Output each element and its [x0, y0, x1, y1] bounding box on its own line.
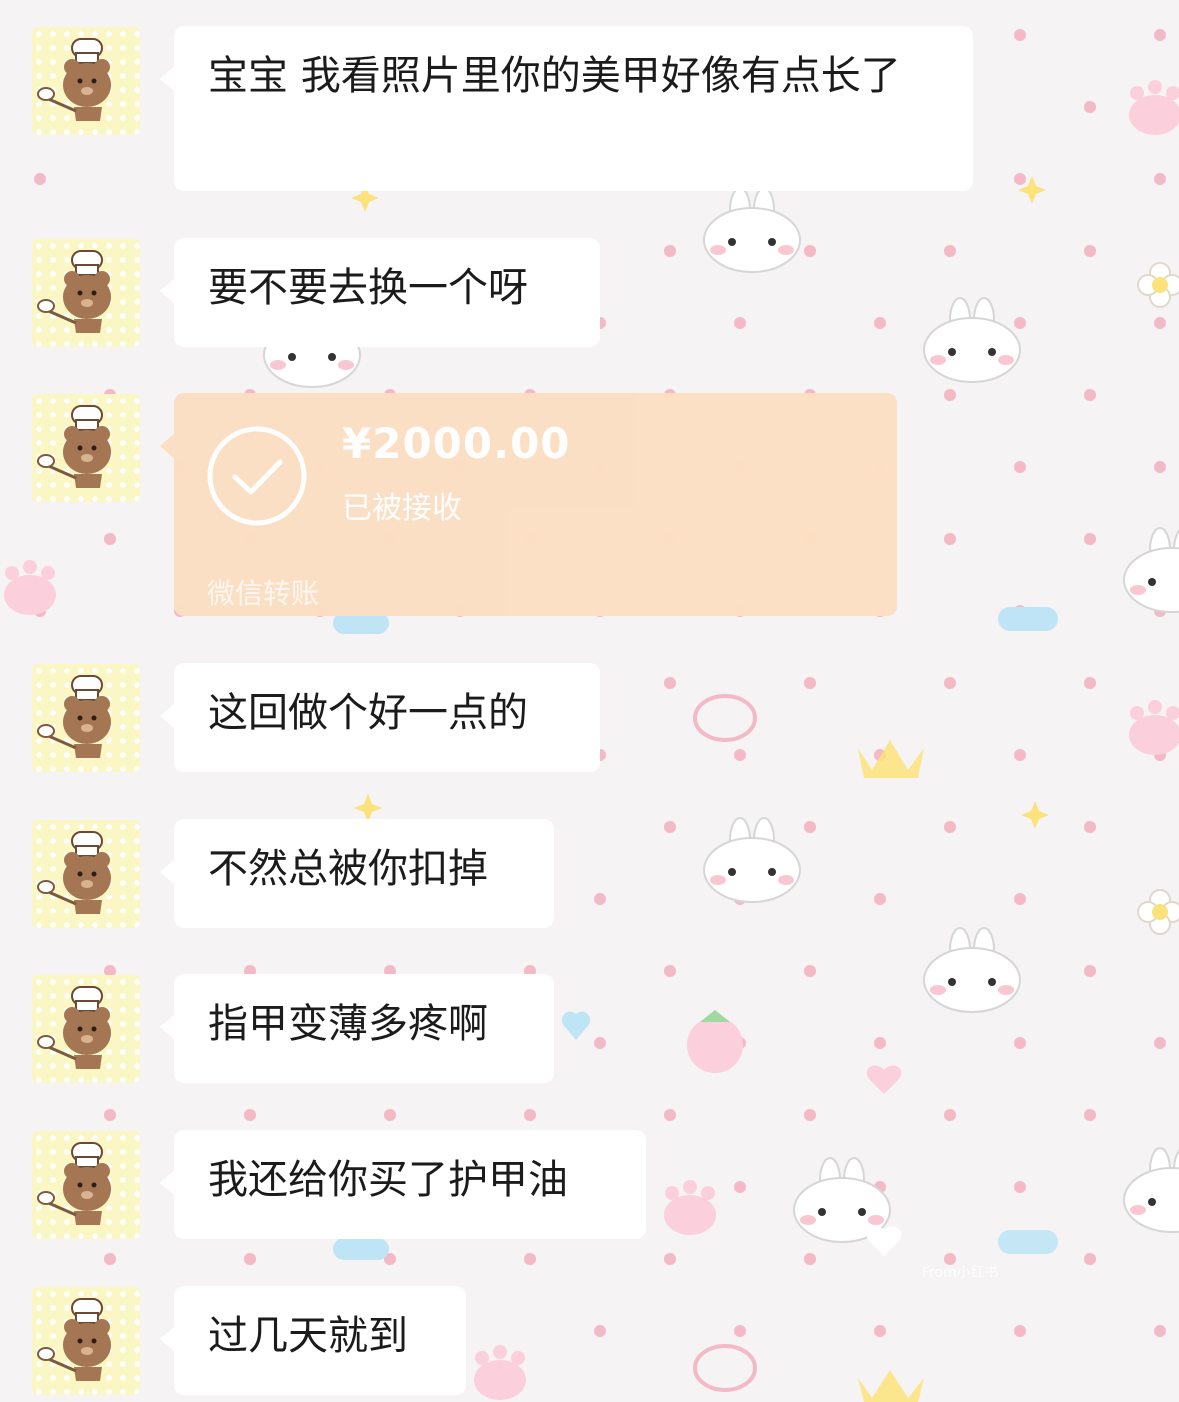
- chef-bear-avatar-icon: [37, 831, 111, 914]
- contact-avatar[interactable]: [32, 1131, 140, 1239]
- chef-bear-avatar-icon: [37, 250, 111, 333]
- transfer-card[interactable]: ¥2000.00 已被接收 微信转账: [160, 393, 897, 616]
- chef-bear-avatar-icon: [37, 38, 111, 121]
- message-bubble[interactable]: 这回做个好一点的: [160, 663, 600, 772]
- contact-avatar[interactable]: [32, 1287, 140, 1395]
- contact-avatar[interactable]: [32, 239, 140, 347]
- contact-avatar[interactable]: [32, 820, 140, 928]
- contact-avatar[interactable]: [32, 664, 140, 772]
- message-text: 宝宝 我看照片里你的美甲好像有点长了: [208, 53, 901, 99]
- chef-bear-avatar-icon: [37, 986, 111, 1069]
- transfer-service-label: 微信转账: [207, 577, 320, 610]
- chat-message-list[interactable]: 宝宝 我看照片里你的美甲好像有点长了 要不要去换一个呀 ¥2000.00 已被接…: [0, 0, 1179, 1402]
- chef-bear-avatar-icon: [37, 675, 111, 758]
- message-text: 我还给你买了护甲油: [208, 1157, 568, 1203]
- message-bubble[interactable]: 不然总被你扣掉: [160, 819, 554, 928]
- transfer-amount: ¥2000.00: [342, 419, 571, 468]
- message-text: 过几天就到: [208, 1313, 408, 1359]
- transfer-status: 已被接收: [342, 491, 462, 526]
- message-bubble[interactable]: 指甲变薄多疼啊: [160, 974, 554, 1083]
- chef-bear-avatar-icon: [37, 1142, 111, 1225]
- message-bubble[interactable]: 我还给你买了护甲油: [160, 1130, 646, 1239]
- message-bubble[interactable]: 宝宝 我看照片里你的美甲好像有点长了: [160, 26, 973, 191]
- contact-avatar[interactable]: [32, 27, 140, 135]
- chef-bear-avatar-icon: [37, 405, 111, 488]
- message-text: 这回做个好一点的: [208, 690, 528, 736]
- chef-bear-avatar-icon: [37, 1298, 111, 1381]
- check-circle-icon: [207, 426, 307, 526]
- message-text: 不然总被你扣掉: [208, 846, 488, 892]
- contact-avatar[interactable]: [32, 975, 140, 1083]
- message-bubble[interactable]: 过几天就到: [160, 1286, 466, 1395]
- message-bubble[interactable]: 要不要去换一个呀: [160, 238, 600, 347]
- watermark: From小红书: [922, 1265, 999, 1281]
- message-text: 指甲变薄多疼啊: [208, 1001, 488, 1047]
- message-text: 要不要去换一个呀: [208, 265, 528, 311]
- contact-avatar[interactable]: [32, 394, 140, 502]
